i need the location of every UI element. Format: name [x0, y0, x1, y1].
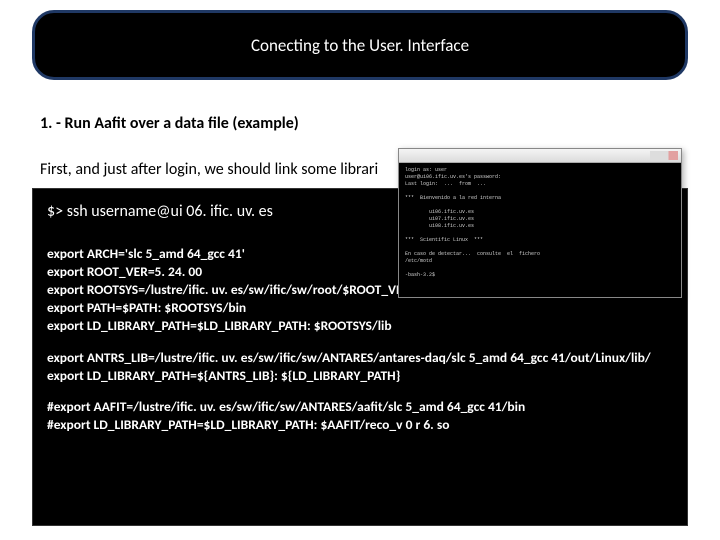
- code-line: export LD_LIBRARY_PATH=$LD_LIBRARY_PATH:…: [47, 317, 673, 335]
- code-line: export LD_LIBRARY_PATH=${ANTRS_LIB}: ${L…: [47, 367, 673, 385]
- terminal-line: *** Scientific Linux ***: [405, 237, 675, 244]
- title-banner: Conecting to the User. Interface: [32, 10, 688, 80]
- terminal-titlebar: [399, 149, 681, 163]
- terminal-line: user@ui06.ific.uv.es's password:: [405, 174, 675, 181]
- terminal-line: En caso de detectar... consulte el fiche…: [405, 251, 675, 258]
- terminal-line: ui07.ific.uv.es: [405, 216, 675, 223]
- terminal-line: login as: user: [405, 167, 675, 174]
- terminal-line: -bash-3.2$: [405, 272, 675, 279]
- code-line: #export AAFIT=/lustre/ific. uv. es/sw/if…: [47, 398, 673, 416]
- terminal-line: *** Bienvenido a la red interna: [405, 195, 675, 202]
- terminal-body: login as: user user@ui06.ific.uv.es's pa…: [399, 163, 681, 297]
- terminal-line: ui06.ific.uv.es: [405, 209, 675, 216]
- title-text: Conecting to the User. Interface: [251, 35, 469, 56]
- section-heading: 1. - Run Aafit over a data file (example…: [40, 114, 299, 133]
- intro-text: First, and just after login, we should l…: [40, 160, 378, 179]
- terminal-line: /etc/motd: [405, 258, 675, 265]
- terminal-line: ui08.ific.uv.es: [405, 223, 675, 230]
- code-line: #export LD_LIBRARY_PATH=$LD_LIBRARY_PATH…: [47, 416, 673, 434]
- terminal-screenshot: login as: user user@ui06.ific.uv.es's pa…: [398, 148, 682, 298]
- code-line: export PATH=$PATH: $ROOTSYS/bin: [47, 299, 673, 317]
- terminal-line: Last login: ... from ...: [405, 181, 675, 188]
- code-line: export ANTRS_LIB=/lustre/ific. uv. es/sw…: [47, 349, 673, 367]
